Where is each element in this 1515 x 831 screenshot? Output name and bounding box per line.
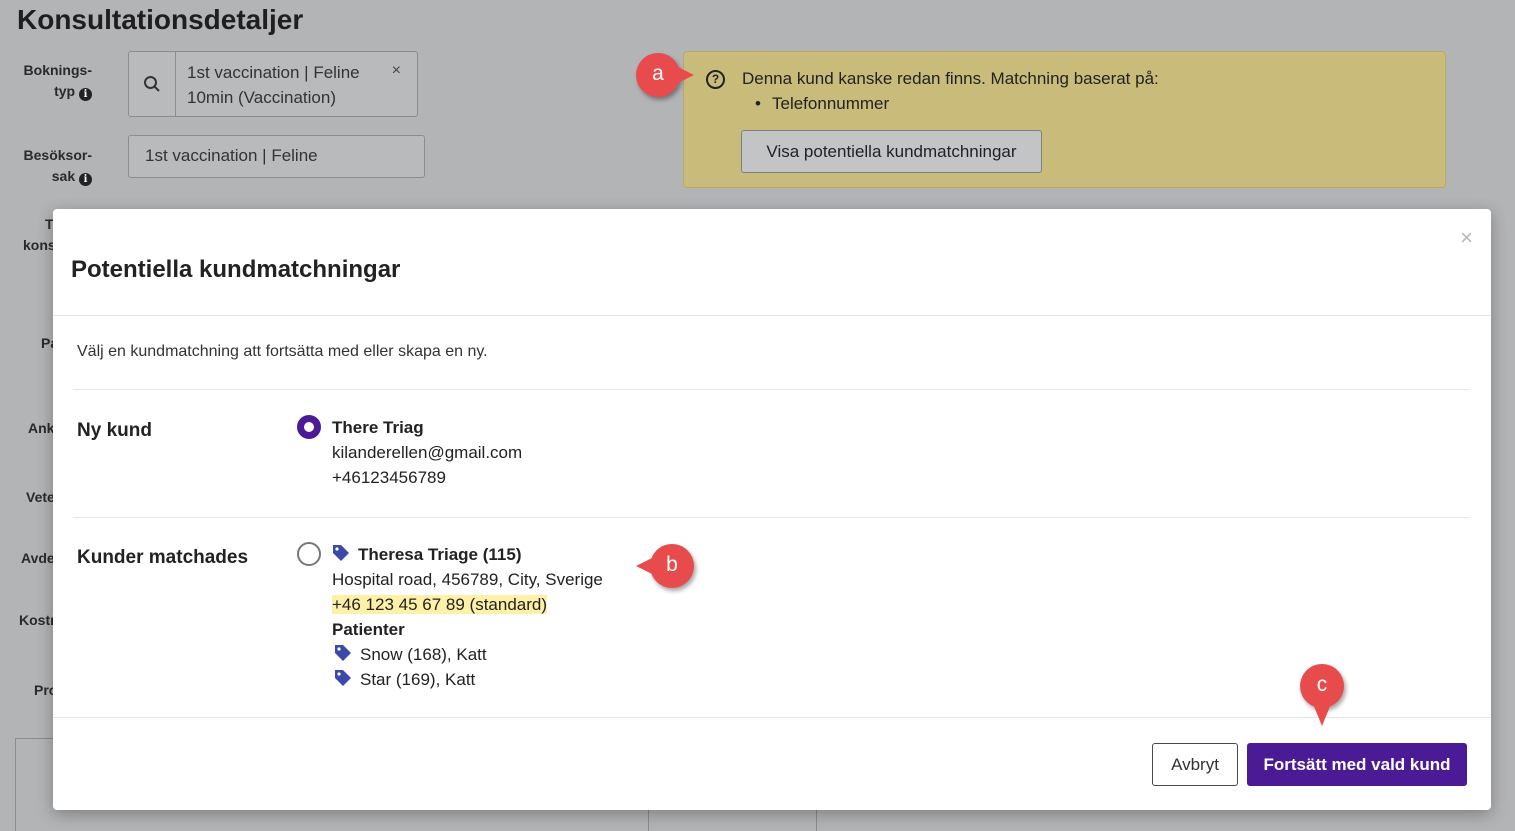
info-icon[interactable]: i [79,173,92,186]
new-customer-info: There Triag kilanderellen@gmail.com +461… [332,415,522,490]
callout-c: c [1300,664,1344,726]
clear-icon[interactable]: × [392,62,401,80]
tag-icon [335,645,351,661]
patients-heading: Patienter [332,620,405,639]
callout-b: b [636,544,694,588]
divider [53,717,1491,718]
warning-bullet: Telefonnummer [755,94,889,114]
visit-reason-label: Besöksor- sak i [23,147,92,186]
continue-button[interactable]: Fortsätt med vald kund [1247,743,1467,786]
divider [53,315,1491,316]
warning-text: Denna kund kanske redan finns. Matchning… [742,69,1159,88]
new-customer-label: Ny kund [77,420,152,441]
tag-icon [335,670,351,686]
cut-label: kons [23,237,56,253]
booking-type-label: Boknings- typ i [23,62,92,101]
customer-match-modal: × Potentiella kundmatchningar Välj en ku… [53,209,1491,810]
matched-customer-radio[interactable] [297,542,321,566]
cut-label: Kostr [19,612,56,628]
patient-item[interactable]: Snow (168), Katt [332,642,603,667]
question-icon: ? [706,70,725,89]
visit-reason-input[interactable]: 1st vaccination | Feline [128,135,425,178]
modal-intro: Välj en kundmatchning att fortsätta med … [77,343,488,360]
close-icon[interactable]: × [1460,225,1473,251]
cut-label: Ank [28,420,55,436]
new-customer-name: There Triag [332,418,424,437]
matched-customer-name[interactable]: Theresa Triage (115) [332,542,603,567]
cut-label: Vete [26,489,55,505]
callout-a: a [636,53,694,97]
cancel-button[interactable]: Avbryt [1152,743,1238,786]
matched-customer-address: Hospital road, 456789, City, Sverige [332,570,603,589]
new-customer-phone: +46123456789 [332,468,446,487]
booking-type-search[interactable]: 1st vaccination | Feline 10min (Vaccinat… [128,51,418,117]
booking-type-value: 1st vaccination | Feline 10min (Vaccinat… [187,63,360,107]
page-title: Konsultationsdetaljer [17,4,304,35]
divider [73,389,1469,390]
divider [73,517,1469,518]
patient-item[interactable]: Star (169), Katt [332,667,603,692]
matched-customers-label: Kunder matchades [77,547,249,568]
matched-customer-info: Theresa Triage (115) Hospital road, 4567… [332,542,603,692]
matched-customer-phone: +46 123 45 67 89 (standard) [332,595,548,614]
new-customer-email: kilanderellen@gmail.com [332,443,523,462]
info-icon[interactable]: i [79,88,92,101]
tag-icon [333,545,349,561]
search-icon[interactable] [129,52,176,116]
new-customer-radio[interactable] [297,415,321,439]
duplicate-warning: ? Denna kund kanske redan finns. Matchni… [683,51,1446,188]
cut-label: Avde [21,550,55,566]
modal-title: Potentiella kundmatchningar [71,256,401,283]
show-matches-button[interactable]: Visa potentiella kundmatchningar [741,130,1042,173]
